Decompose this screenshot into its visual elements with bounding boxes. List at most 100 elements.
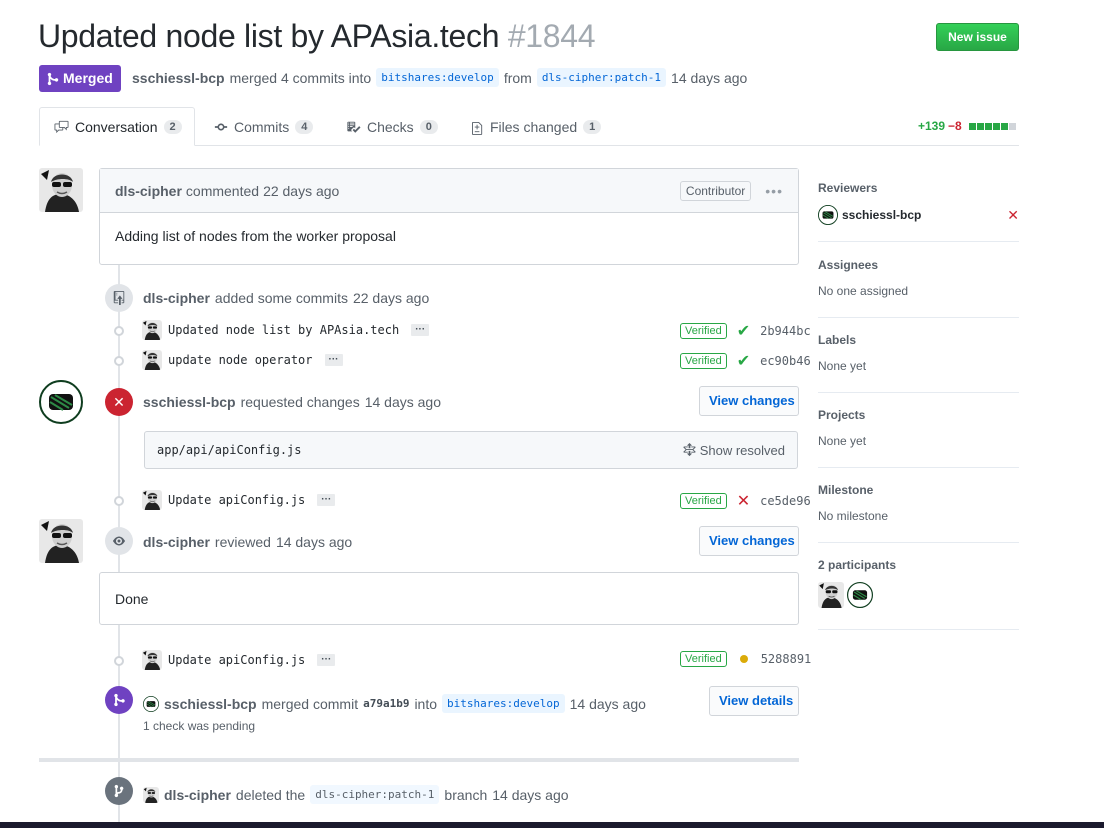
check-icon[interactable]: ✔ xyxy=(737,321,750,341)
expand-ellipsis-button[interactable]: ··· xyxy=(317,654,336,666)
tab-files-changed[interactable]: Files changed 1 xyxy=(472,119,602,135)
avatar-dls-cipher[interactable] xyxy=(143,787,159,803)
commit-message[interactable]: Update apiConfig.js xyxy=(168,653,305,667)
base-branch[interactable]: bitshares:develop xyxy=(442,694,565,713)
tab-conversation[interactable]: Conversation 2 xyxy=(54,119,182,135)
event-time[interactable]: 14 days ago xyxy=(570,696,646,712)
event-author[interactable]: dls-cipher xyxy=(164,787,231,803)
expand-ellipsis-button[interactable]: ··· xyxy=(324,354,343,366)
state-label: Merged xyxy=(63,70,113,86)
eye-icon xyxy=(105,527,133,555)
tab-label: Checks xyxy=(367,119,414,135)
diffstat[interactable]: +139 −8 xyxy=(918,119,1016,133)
commit-dot xyxy=(114,326,124,336)
reviewer-name[interactable]: sschiessl-bcp xyxy=(842,208,921,222)
x-icon[interactable]: ✕ xyxy=(737,491,750,511)
event-time[interactable]: 14 days ago xyxy=(492,787,568,803)
event-author[interactable]: dls-cipher xyxy=(143,290,210,306)
tab-checks[interactable]: Checks 0 xyxy=(346,119,438,135)
comment-author[interactable]: dls-cipher xyxy=(115,183,182,199)
verified-badge[interactable]: Verified xyxy=(680,323,727,339)
avatar-sschiessl-bcp[interactable] xyxy=(39,380,83,424)
deletions-count: −8 xyxy=(948,119,962,133)
commit-status: Verified ✕ ce5de96 xyxy=(680,491,811,511)
base-branch[interactable]: bitshares:develop xyxy=(376,68,499,87)
author-link[interactable]: sschiessl-bcp xyxy=(132,70,225,86)
head-branch[interactable]: dls-cipher:patch-1 xyxy=(536,68,667,87)
review-body: Done xyxy=(115,591,149,607)
changes-requested-icon[interactable]: ✕ xyxy=(1007,207,1019,224)
diffstat-box xyxy=(968,122,976,130)
sidebar-value: None yet xyxy=(818,434,867,448)
check-icon[interactable]: ✔ xyxy=(737,351,750,371)
commit-sha[interactable]: ce5de96 xyxy=(760,494,811,508)
sidebar-value: None yet xyxy=(818,359,867,373)
deleted-branch: dls-cipher:patch-1 xyxy=(310,785,440,804)
merge-commit-sha[interactable]: a79a1b9 xyxy=(363,697,409,710)
avatar-sschiessl-bcp[interactable] xyxy=(818,205,838,225)
avatar-dls-cipher[interactable] xyxy=(39,519,83,563)
expand-ellipsis-button[interactable]: ··· xyxy=(411,324,430,336)
git-branch-icon xyxy=(105,777,133,805)
comment-time[interactable]: 22 days ago xyxy=(263,183,339,199)
diffstat-box xyxy=(1008,122,1016,130)
view-changes-button[interactable]: View changes xyxy=(699,526,799,556)
commit-message[interactable]: Updated node list by APAsia.tech xyxy=(168,323,399,337)
avatar-dls-cipher[interactable] xyxy=(142,650,162,670)
repo-push-icon xyxy=(105,284,133,312)
sidebar-heading: 2 participants xyxy=(818,558,897,572)
sidebar-heading[interactable]: Projects xyxy=(818,408,1019,422)
pending-dot-icon[interactable] xyxy=(739,655,748,663)
git-commit-icon xyxy=(214,123,228,131)
tab-commits[interactable]: Commits 4 xyxy=(214,119,314,135)
sidebar-heading[interactable]: Reviewers xyxy=(818,181,1019,195)
verified-badge[interactable]: Verified xyxy=(680,651,727,667)
avatar-dls-cipher[interactable] xyxy=(39,168,83,212)
pr-number: #1844 xyxy=(507,18,596,54)
commit-sha[interactable]: 2b944bc xyxy=(760,324,811,338)
commit-message[interactable]: Update apiConfig.js xyxy=(168,493,305,507)
view-changes-button[interactable]: View changes xyxy=(699,386,799,416)
sidebar-value: No milestone xyxy=(818,509,889,523)
event-action: deleted the xyxy=(235,786,306,803)
avatar-sschiessl-bcp[interactable] xyxy=(847,582,873,608)
commit-status: Verified ✔ 2b944bc xyxy=(680,321,811,341)
commit-sha[interactable]: 5288891 xyxy=(761,652,812,666)
avatar-dls-cipher[interactable] xyxy=(142,350,162,370)
event-author[interactable]: sschiessl-bcp xyxy=(164,696,257,712)
show-resolved-button[interactable]: Show resolved xyxy=(683,443,785,458)
event-time[interactable]: 14 days ago xyxy=(276,534,352,550)
diffstat-box xyxy=(984,122,992,130)
sidebar-labels: Labels None yet xyxy=(818,333,1019,393)
avatar-dls-cipher[interactable] xyxy=(142,320,162,340)
expand-ellipsis-button[interactable]: ··· xyxy=(317,494,336,506)
sidebar-heading[interactable]: Assignees xyxy=(818,258,1019,272)
tab-counter: 4 xyxy=(295,120,314,134)
merge-text: merged 4 commits into xyxy=(229,69,372,86)
verified-badge[interactable]: Verified xyxy=(680,353,727,369)
new-issue-button[interactable]: New issue xyxy=(936,23,1019,51)
commit-sha[interactable]: ec90b46 xyxy=(760,354,811,368)
git-merge-icon xyxy=(47,72,59,85)
commit-message[interactable]: update node operator xyxy=(168,353,313,367)
avatar-dls-cipher[interactable] xyxy=(818,582,844,608)
sidebar-heading[interactable]: Milestone xyxy=(818,483,1019,497)
branch-deleted-event: dls-cipher deleted the dls-cipher:patch-… xyxy=(143,785,569,804)
additions-count: +139 xyxy=(918,119,946,133)
avatar-sschiessl-bcp[interactable] xyxy=(143,696,159,712)
event-action: merged commit xyxy=(261,695,359,712)
commit-dot xyxy=(114,356,124,366)
event-author[interactable]: dls-cipher xyxy=(143,534,210,550)
verified-badge[interactable]: Verified xyxy=(680,493,727,509)
review-comment: Done xyxy=(99,572,799,625)
sidebar-heading[interactable]: Labels xyxy=(818,333,1019,347)
merge-time: 14 days ago xyxy=(671,69,748,86)
sidebar-projects: Projects None yet xyxy=(818,408,1019,468)
kebab-menu-icon[interactable]: ••• xyxy=(765,183,783,199)
avatar-dls-cipher[interactable] xyxy=(142,490,162,510)
event-time[interactable]: 14 days ago xyxy=(365,394,441,410)
event-author[interactable]: sschiessl-bcp xyxy=(143,394,236,410)
view-details-button[interactable]: View details xyxy=(709,686,799,716)
file-path[interactable]: app/api/apiConfig.js xyxy=(157,443,302,457)
event-time[interactable]: 22 days ago xyxy=(353,290,429,306)
